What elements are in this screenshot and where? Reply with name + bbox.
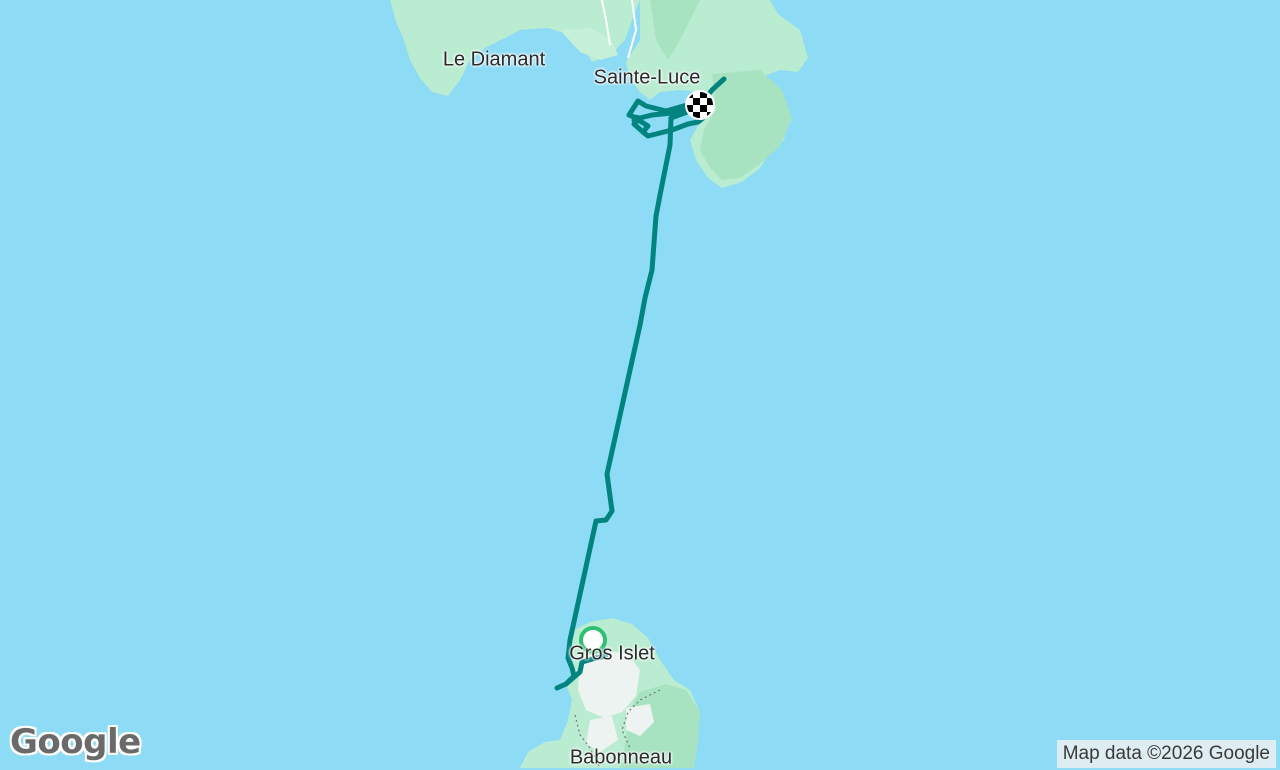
- map-attribution[interactable]: Map data ©2026 Google: [1056, 740, 1276, 768]
- place-label-sainte-luce: Sainte-Luce: [593, 66, 701, 89]
- checkered-flag-icon[interactable]: [685, 90, 715, 120]
- place-label-babonneau: Babonneau: [569, 746, 673, 769]
- place-label-gros-islet: Gros Islet: [569, 642, 655, 665]
- google-logo[interactable]: Google: [10, 722, 141, 762]
- place-label-le-diamant: Le Diamant: [442, 48, 546, 71]
- map-view[interactable]: Le Diamant Sainte-Luce Gros Islet Babonn…: [0, 0, 1280, 769]
